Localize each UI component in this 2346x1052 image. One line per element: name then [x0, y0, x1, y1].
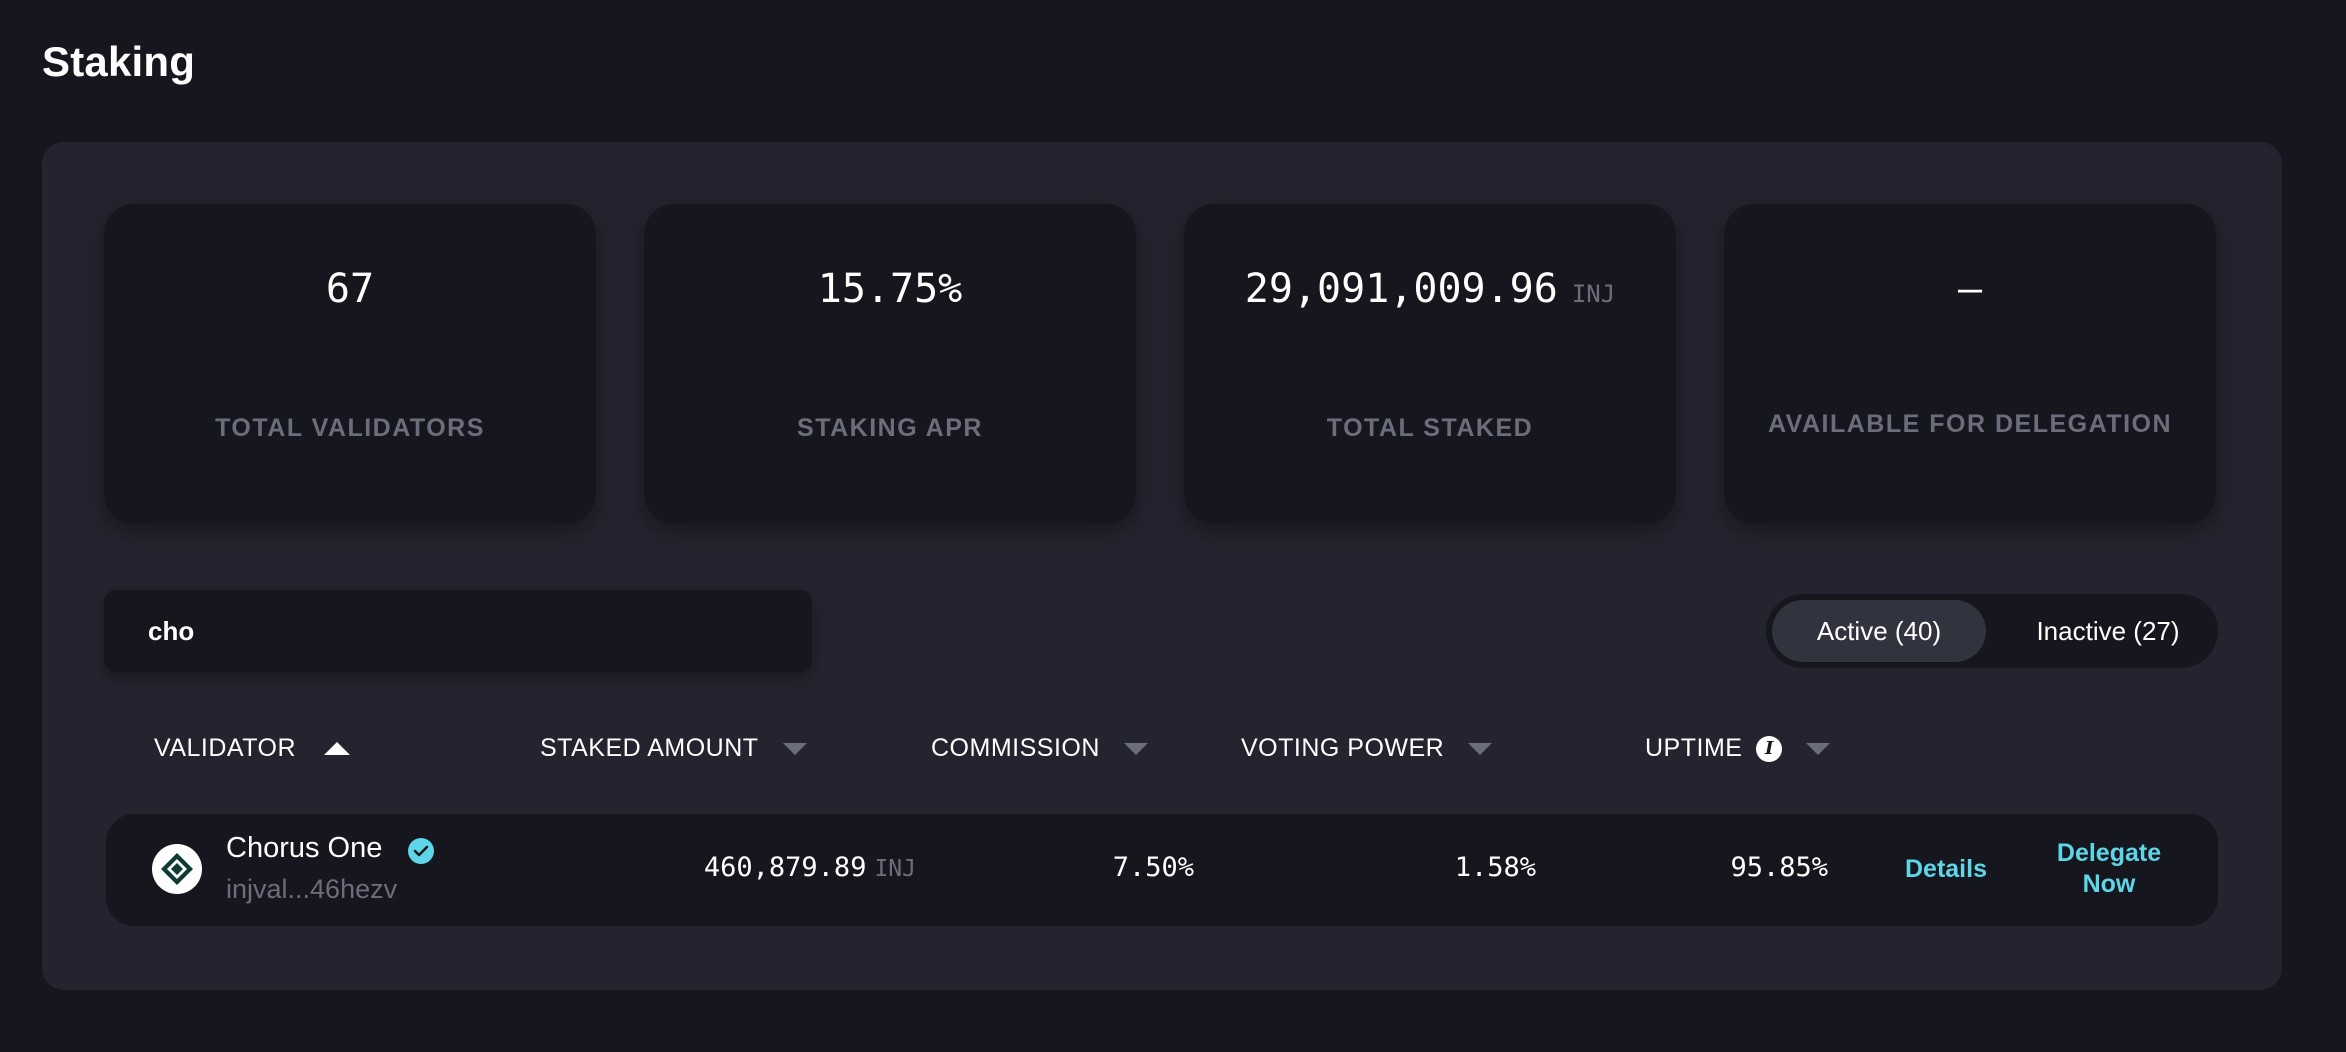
- verified-check-icon: [408, 838, 434, 864]
- table-row[interactable]: Chorus One injval...46hezv 460,879.89 INJ…: [106, 814, 2218, 926]
- sort-caret-down-icon: [1806, 742, 1831, 755]
- staked-amount-cell: 460,879.89 INJ: [704, 852, 916, 883]
- column-header-label: VOTING POWER: [1241, 734, 1445, 762]
- sort-caret-down-icon: [782, 742, 807, 755]
- voting-power-value: 1.58%: [1454, 852, 1536, 883]
- stat-card-total-staked: 29,091,009.96 INJ TOTAL STAKED: [1184, 204, 1676, 524]
- column-header-voting-power[interactable]: VOTING POWER: [1241, 734, 1493, 763]
- column-header-label: COMMISSION: [931, 734, 1100, 762]
- stat-label: TOTAL STAKED: [1326, 414, 1534, 442]
- stat-value: 29,091,009.96 INJ: [1244, 266, 1616, 312]
- stat-card-staking-apr: 15.75% STAKING APR: [644, 204, 1136, 524]
- delegate-now-button[interactable]: Delegate Now: [2044, 838, 2174, 900]
- validator-search-input[interactable]: [104, 590, 812, 672]
- details-button[interactable]: Details: [1886, 854, 2006, 885]
- stat-label: STAKING APR: [797, 414, 983, 442]
- validator-status-toggle: Active (40) Inactive (27): [1766, 594, 2218, 668]
- commission-value: 7.50%: [1112, 852, 1194, 883]
- validator-name: Chorus One: [226, 832, 383, 864]
- stat-label: TOTAL VALIDATORS: [215, 414, 485, 442]
- uptime-value: 95.85%: [1730, 852, 1828, 883]
- stat-card-total-validators: 67 TOTAL VALIDATORS: [104, 204, 596, 524]
- stat-value: 67: [325, 266, 375, 312]
- staked-amount-unit: INJ: [874, 856, 916, 882]
- stat-card-available-for-delegation: — AVAILABLE FOR DELEGATION: [1724, 204, 2216, 524]
- stat-value: 15.75%: [817, 266, 963, 312]
- stat-value: —: [1957, 266, 1983, 312]
- column-header-label: STAKED AMOUNT: [540, 734, 759, 762]
- sort-caret-down-icon: [1123, 742, 1148, 755]
- stat-unit: INJ: [1571, 280, 1616, 308]
- info-icon[interactable]: i: [1756, 735, 1783, 762]
- staked-amount-value: 460,879.89: [703, 852, 867, 883]
- stat-label: AVAILABLE FOR DELEGATION: [1767, 410, 2173, 438]
- column-header-validator[interactable]: VALIDATOR: [154, 734, 351, 763]
- column-header-label: UPTIME: [1645, 734, 1743, 762]
- column-header-commission[interactable]: COMMISSION: [931, 734, 1148, 763]
- staking-panel: 67 TOTAL VALIDATORS 15.75% STAKING APR 2…: [42, 142, 2282, 990]
- validator-address: injval...46hezv: [226, 874, 398, 904]
- column-header-uptime[interactable]: UPTIME i: [1645, 734, 1831, 763]
- chorus-one-logo-icon: [152, 844, 202, 894]
- search-box: [104, 590, 812, 672]
- tab-inactive-validators[interactable]: Inactive (27): [2002, 600, 2214, 662]
- stats-row: 67 TOTAL VALIDATORS 15.75% STAKING APR 2…: [104, 204, 2218, 524]
- sort-ascending-icon: [324, 742, 351, 755]
- tab-active-validators[interactable]: Active (40): [1772, 600, 1986, 662]
- sort-caret-down-icon: [1468, 742, 1493, 755]
- column-header-staked-amount[interactable]: STAKED AMOUNT: [540, 734, 807, 763]
- page-title: Staking: [42, 38, 196, 85]
- column-header-label: VALIDATOR: [154, 734, 297, 762]
